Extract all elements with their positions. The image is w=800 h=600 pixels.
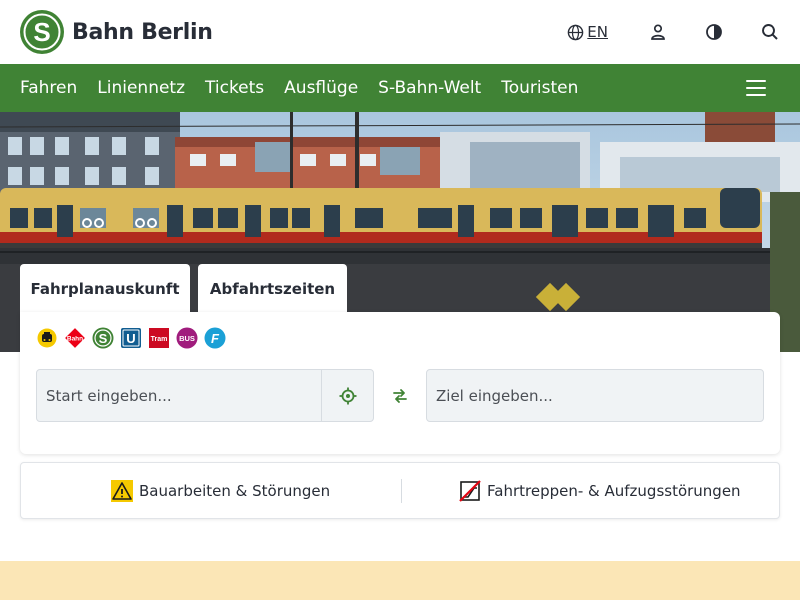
bus-icon[interactable]: BUS bbox=[176, 327, 198, 349]
header-tools: EN bbox=[567, 0, 780, 64]
s-bahn-label: S bbox=[99, 331, 108, 346]
site-header: S Bahn Berlin EN bbox=[0, 0, 800, 64]
ferry-icon[interactable]: F bbox=[204, 327, 226, 349]
taxi-icon[interactable] bbox=[36, 327, 58, 349]
info-divider bbox=[401, 479, 402, 503]
nav-item-fahren[interactable]: Fahren bbox=[20, 78, 77, 98]
s-bahn-icon[interactable]: S bbox=[92, 327, 114, 349]
main-navigation: Fahren Liniennetz Tickets Ausflüge S-Bah… bbox=[0, 64, 800, 112]
locate-button[interactable] bbox=[321, 370, 373, 421]
tram-icon[interactable]: Tram bbox=[148, 327, 170, 349]
warning-icon bbox=[111, 479, 133, 502]
disruption-links-bar: Bauarbeiten & Störungen Fahrtreppen- & A… bbox=[20, 462, 780, 519]
nav-item-liniennetz[interactable]: Liniennetz bbox=[97, 78, 185, 98]
footer-teaser-band bbox=[0, 561, 800, 600]
start-field bbox=[36, 369, 374, 422]
nav-item-ausfluege[interactable]: Ausflüge bbox=[284, 78, 358, 98]
start-input[interactable] bbox=[37, 370, 322, 421]
search-icon[interactable] bbox=[760, 22, 780, 42]
user-icon[interactable] bbox=[648, 22, 668, 42]
nav-item-touristen[interactable]: Touristen bbox=[501, 78, 578, 98]
tram-label: Tram bbox=[151, 336, 168, 343]
crosshair-icon bbox=[339, 387, 356, 404]
language-code[interactable]: EN bbox=[587, 23, 608, 41]
nav-item-s-bahn-welt[interactable]: S-Bahn-Welt bbox=[378, 78, 481, 98]
destination-field bbox=[426, 369, 764, 422]
escalator-disruptions-link[interactable]: Fahrtreppen- & Aufzugsstörungen bbox=[459, 463, 741, 518]
u-bahn-icon[interactable]: U bbox=[120, 327, 142, 349]
db-bahn-icon[interactable]: Bahn bbox=[64, 327, 86, 349]
tab-fahrplanauskunft[interactable]: Fahrplanauskunft bbox=[20, 264, 190, 314]
swap-arrows-icon bbox=[393, 389, 407, 403]
db-bahn-label: Bahn bbox=[67, 336, 83, 343]
swap-button[interactable] bbox=[388, 384, 412, 408]
journey-search-panel: Bahn S U Tram BUS F bbox=[20, 312, 780, 454]
escalator-out-of-service-icon bbox=[459, 479, 481, 502]
hamburger-menu-icon[interactable] bbox=[746, 80, 766, 96]
s-bahn-logo[interactable]: S Bahn Berlin bbox=[20, 10, 213, 54]
bus-label: BUS bbox=[179, 334, 195, 343]
s-bahn-logo-icon: S bbox=[20, 10, 64, 54]
logo-text: Bahn Berlin bbox=[72, 19, 213, 45]
ferry-label: F bbox=[211, 331, 220, 346]
u-bahn-label: U bbox=[126, 331, 135, 346]
globe-icon bbox=[568, 24, 584, 40]
transport-mode-filters: Bahn S U Tram BUS F bbox=[36, 327, 232, 349]
escalator-disruptions-label: Fahrtreppen- & Aufzugsstörungen bbox=[487, 481, 741, 500]
contrast-icon[interactable] bbox=[704, 22, 724, 42]
language-switch[interactable]: EN bbox=[567, 23, 608, 41]
construction-disruptions-link[interactable]: Bauarbeiten & Störungen bbox=[111, 463, 330, 518]
nav-item-tickets[interactable]: Tickets bbox=[205, 78, 264, 98]
construction-disruptions-label: Bauarbeiten & Störungen bbox=[139, 481, 331, 500]
tab-abfahrtszeiten[interactable]: Abfahrtszeiten bbox=[198, 264, 347, 314]
logo-letter: S bbox=[33, 17, 50, 47]
destination-input[interactable] bbox=[427, 370, 757, 421]
